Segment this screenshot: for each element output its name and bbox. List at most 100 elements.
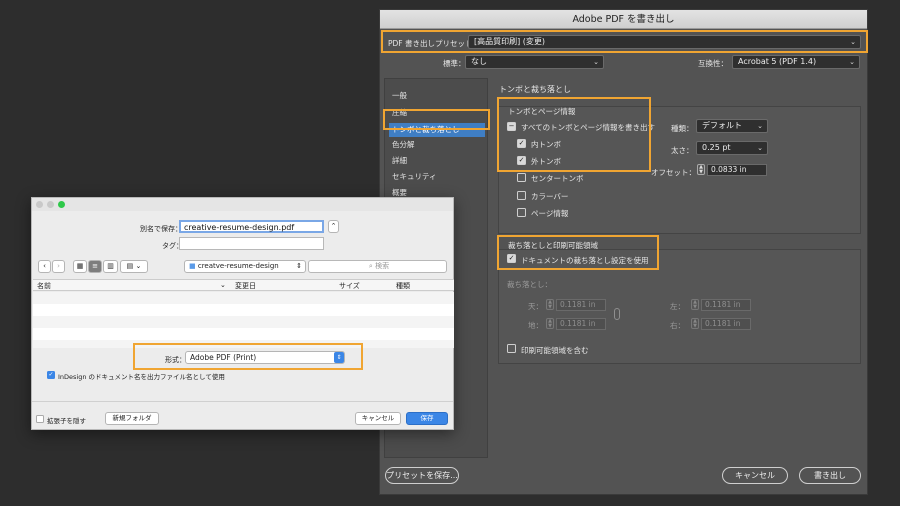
marks-group-title: トンボとページ情報	[508, 107, 576, 116]
export-button[interactable]: 書き出し	[799, 467, 861, 484]
save-titlebar	[32, 198, 453, 211]
offset-input[interactable]: 0.0833 in	[707, 164, 767, 176]
offset-stepper[interactable]: ▲ ▼	[697, 164, 705, 175]
kind-value: デフォルト	[702, 121, 742, 130]
crop-marks-checkbox[interactable]: ✓	[517, 139, 526, 148]
close-icon[interactable]	[36, 201, 43, 208]
save-preset-button[interactable]: プリセットを保存...	[385, 467, 459, 484]
color-bars-checkbox[interactable]	[517, 191, 526, 200]
footer-separator	[32, 401, 453, 402]
use-doc-bleed-checkbox[interactable]: ✓	[507, 254, 516, 263]
format-select[interactable]: Adobe PDF (Print) ⇕	[185, 351, 345, 364]
compat-value: Acrobat 5 (PDF 1.4)	[738, 57, 817, 66]
cancel-save-button[interactable]: キャンセル	[355, 412, 401, 425]
color-bars-label: カラーバー	[531, 192, 569, 201]
bleed-top-stepper[interactable]: ▲ ▼	[546, 299, 554, 310]
file-list-body	[33, 292, 454, 348]
slug-label: 印刷可能領域を含む	[521, 346, 589, 355]
nav-item-marks-bleeds[interactable]: トンボと裁ち落とし	[389, 123, 485, 137]
bleed-right-stepper[interactable]: ▲ ▼	[691, 318, 699, 329]
bleed-top-input[interactable]: 0.1181 in	[556, 299, 606, 311]
bleed-left-label: 左：	[670, 302, 685, 311]
standard-label: 標準：	[443, 59, 466, 68]
save-button[interactable]: 保存	[406, 412, 448, 425]
file-list-header: 名前 ⌄ 変更日 サイズ 種類	[33, 279, 454, 291]
folder-select[interactable]: ■ creatve-resume-design ⇕	[184, 260, 306, 273]
hide-extension-checkbox[interactable]	[36, 415, 44, 423]
gallery-view-button[interactable]: ▤ ⌄	[120, 260, 148, 273]
compat-select[interactable]: Acrobat 5 (PDF 1.4) ⌄	[732, 55, 860, 69]
crop-marks-label: 内トンボ	[531, 140, 561, 149]
list-row	[33, 292, 454, 304]
weight-value: 0.25 pt	[702, 143, 731, 152]
format-label: 形式：	[165, 356, 186, 364]
expand-button[interactable]: ⌃	[328, 220, 339, 233]
bleed-left-stepper[interactable]: ▲ ▼	[691, 299, 699, 310]
offset-label: オフセット：	[651, 168, 696, 177]
chevron-down-icon: ⌄	[757, 144, 763, 152]
chevron-updown-icon: ⇕	[296, 262, 302, 270]
column-view-button[interactable]: ▥	[103, 260, 118, 273]
all-marks-label: すべてのトンボとページ情報を書き出す	[521, 123, 656, 132]
forward-button[interactable]: ›	[52, 260, 65, 273]
standard-value: なし	[471, 57, 487, 66]
slug-checkbox[interactable]	[507, 344, 516, 353]
all-marks-checkbox[interactable]: −	[507, 122, 516, 131]
page-info-checkbox[interactable]	[517, 208, 526, 217]
kind-label: 種類：	[671, 124, 694, 133]
bleed-marks-label: 外トンボ	[531, 157, 561, 166]
bleed-bottom-stepper[interactable]: ▲ ▼	[546, 318, 554, 329]
icon-view-button[interactable]: ▦	[73, 260, 87, 273]
preset-value: [高品質印刷] (変更)	[474, 37, 546, 46]
list-view-button[interactable]: ≡	[88, 260, 102, 273]
filename-input[interactable]: creative-resume-design.pdf	[179, 220, 324, 233]
minimize-icon[interactable]	[47, 201, 54, 208]
standard-select[interactable]: なし ⌄	[465, 55, 604, 69]
weight-label: 太さ：	[671, 146, 694, 155]
nav-item-general[interactable]: 一般	[389, 89, 485, 103]
new-folder-button[interactable]: 新規フォルダ	[105, 412, 159, 425]
bleed-bottom-label: 地：	[528, 321, 543, 330]
kind-select[interactable]: デフォルト ⌄	[696, 119, 768, 133]
weight-select[interactable]: 0.25 pt ⌄	[696, 141, 768, 155]
column-size[interactable]: サイズ	[339, 281, 360, 291]
use-indesign-name-label: InDesign のドキュメント名を出力ファイル名として使用	[58, 373, 225, 381]
page-info-label: ページ情報	[531, 209, 569, 218]
format-value: Adobe PDF (Print)	[190, 353, 257, 362]
save-dialog: 別名で保存： creative-resume-design.pdf ⌃ タグ： …	[31, 197, 454, 430]
bleed-group-title: 裁ち落としと印刷可能領域	[508, 241, 598, 250]
use-indesign-name-checkbox[interactable]: ✓	[47, 371, 55, 379]
section-title: トンボと裁ち落とし	[499, 85, 571, 94]
registration-marks-label: センタートンボ	[531, 174, 584, 183]
bleed-label: 裁ち落とし：	[507, 280, 552, 289]
nav-item-security[interactable]: セキュリティ	[389, 170, 485, 184]
save-as-label: 別名で保存：	[140, 225, 182, 233]
bleed-bottom-input[interactable]: 0.1181 in	[556, 318, 606, 330]
preset-select[interactable]: [高品質印刷] (変更) ⌄	[468, 35, 861, 49]
bleed-right-input[interactable]: 0.1181 in	[701, 318, 751, 330]
nav-item-output[interactable]: 色分解	[389, 138, 485, 152]
zoom-icon[interactable]	[58, 201, 65, 208]
hide-extension-label: 拡張子を隠す	[47, 417, 86, 425]
compat-label: 互換性：	[698, 59, 728, 68]
bleed-marks-checkbox[interactable]: ✓	[517, 156, 526, 165]
column-date[interactable]: 変更日	[235, 281, 256, 291]
back-button[interactable]: ‹	[38, 260, 51, 273]
folder-icon: ■	[189, 262, 196, 270]
chain-link-icon[interactable]	[614, 308, 620, 320]
chevron-down-icon: ⌄	[849, 58, 855, 66]
nav-item-compression[interactable]: 圧縮	[389, 106, 485, 120]
bleed-left-input[interactable]: 0.1181 in	[701, 299, 751, 311]
registration-marks-checkbox[interactable]	[517, 173, 526, 182]
search-input[interactable]: ⌕ 検索	[308, 260, 447, 273]
dialog-title: Adobe PDF を書き出し	[380, 10, 867, 29]
nav-item-advanced[interactable]: 詳細	[389, 154, 485, 168]
chevron-down-icon: ⌄	[757, 122, 763, 130]
bleed-top-label: 天：	[528, 302, 543, 311]
column-kind[interactable]: 種類	[396, 281, 410, 291]
preset-label: PDF 書き出しプリセット：	[388, 39, 480, 48]
tags-input[interactable]	[179, 237, 324, 250]
cancel-button[interactable]: キャンセル	[722, 467, 788, 484]
list-row	[33, 316, 454, 328]
column-name[interactable]: 名前	[37, 281, 51, 291]
